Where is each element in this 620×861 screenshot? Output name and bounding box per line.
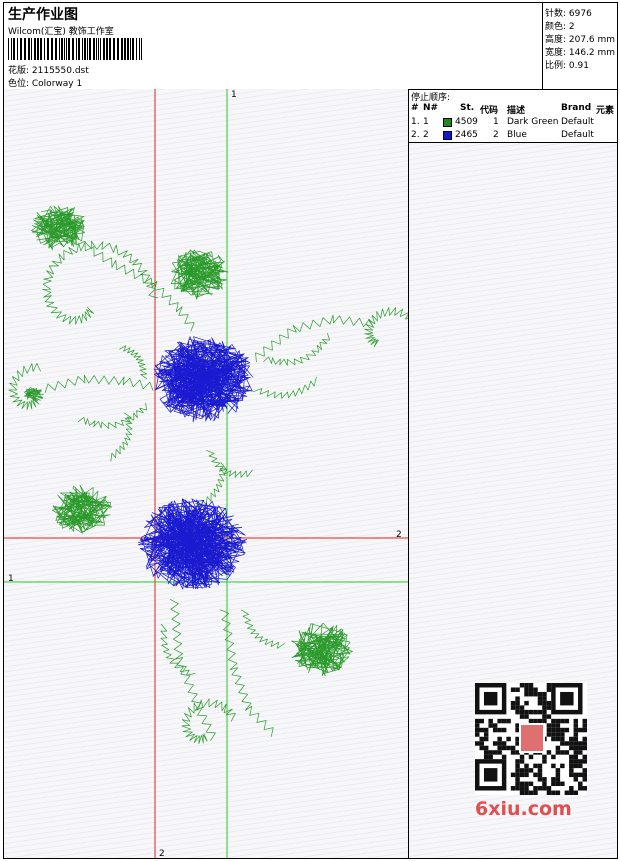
worksheet-header: 生产作业图 Wilcom(汇宝) 教饰工作室 花版: 2115550.dst 色…	[4, 3, 617, 90]
stitch-count: 针数: 6976	[545, 9, 592, 19]
stop-sequence-panel: 停止顺序: # N# St. 代码 描述 Brand 元素 1. 1 4509 …	[409, 89, 617, 858]
color-count: 颜色: 2	[545, 22, 575, 32]
col-needle: N#	[423, 103, 439, 113]
design-stats: 针数: 6976 颜色: 2 高度: 207.6 mm 宽度: 146.2 mm…	[542, 3, 618, 89]
stop-sequence-title: 停止顺序:	[411, 93, 451, 103]
color-swatch-blue	[443, 131, 452, 140]
axis-label-h-green: 1	[8, 574, 14, 584]
axis-label-h-red: 2	[396, 530, 402, 540]
design-scale: 比例: 0.91	[545, 61, 589, 71]
colorway-label: 色位: Colorway 1	[8, 79, 83, 89]
watermark-logo: 6xiu.com	[475, 798, 572, 820]
stop-table-header: # N# St. 代码 描述 Brand 元素	[409, 103, 617, 116]
design-width: 宽度: 146.2 mm	[545, 48, 616, 58]
axis-label-v-green: 1	[231, 90, 237, 100]
notes-area: 6xiu.com	[409, 143, 617, 858]
barcode-icon	[8, 38, 142, 60]
col-stitches: St.	[460, 103, 475, 113]
table-row[interactable]: 1. 1 4509 1 Dark Green Default	[409, 117, 617, 129]
color-swatch-green	[443, 118, 452, 127]
company-name: Wilcom(汇宝) 教饰工作室	[8, 27, 114, 37]
page-title: 生产作业图	[8, 7, 78, 23]
col-brand: Brand	[561, 103, 592, 113]
embroidery-preview-canvas[interactable]: 1 2 1 2	[4, 89, 409, 858]
qr-code-icon	[475, 683, 587, 795]
axis-label-v-red: 2	[159, 849, 165, 858]
dark-green-stitches	[8, 205, 408, 745]
col-code: 代码	[480, 106, 499, 116]
table-row[interactable]: 2. 2 2465 2 Blue Default	[409, 130, 617, 142]
design-height: 高度: 207.6 mm	[545, 35, 616, 45]
col-description: 描述	[507, 106, 526, 116]
embroidery-design: 1 2 1 2	[4, 89, 408, 858]
col-element: 元素	[596, 106, 615, 116]
production-worksheet: 生产作业图 Wilcom(汇宝) 教饰工作室 花版: 2115550.dst 色…	[3, 2, 618, 859]
design-file-label: 花版: 2115550.dst	[8, 66, 89, 76]
col-index: #	[411, 103, 419, 113]
